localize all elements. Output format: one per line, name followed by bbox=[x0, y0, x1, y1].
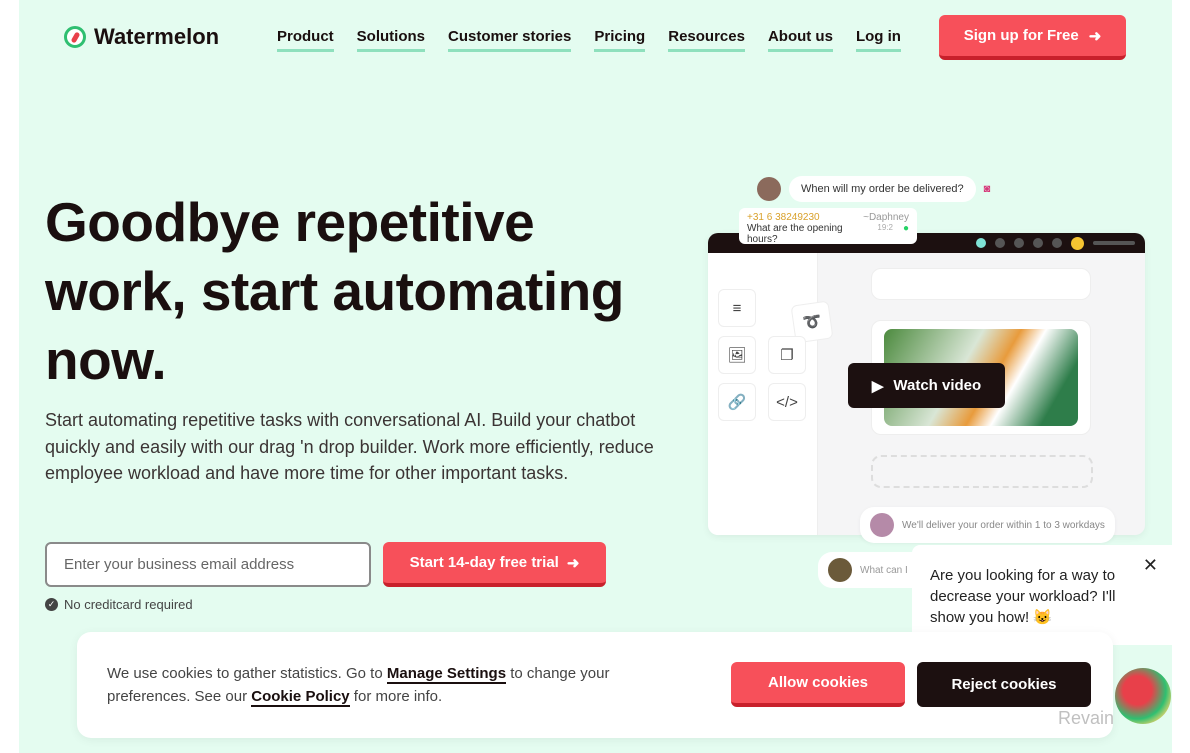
nav-resources[interactable]: Resources bbox=[668, 28, 745, 52]
question-text: When will my order be delivered? bbox=[789, 176, 976, 202]
cookie-text-part: for more info. bbox=[349, 688, 443, 705]
reject-cookies-button[interactable]: Reject cookies bbox=[917, 662, 1091, 707]
opening-hours-text: What are the opening hours? bbox=[747, 223, 843, 245]
whatsapp-icon: ● bbox=[902, 223, 909, 234]
cookie-text: We use cookies to gather statistics. Go … bbox=[107, 662, 667, 708]
watermelon-logo-icon bbox=[64, 26, 86, 48]
email-input[interactable] bbox=[45, 542, 371, 587]
cookie-text-part: We use cookies to gather statistics. Go … bbox=[107, 665, 387, 682]
nav-about-us[interactable]: About us bbox=[767, 28, 833, 52]
main-nav: Product Solutions Customer stories Prici… bbox=[277, 28, 901, 52]
dot-icon bbox=[1071, 236, 1084, 250]
chat-popup-message: Are you looking for a way to decrease yo… bbox=[930, 567, 1116, 626]
nav-product[interactable]: Product bbox=[277, 28, 334, 52]
play-icon: ▶ bbox=[871, 377, 884, 395]
whatsapp-message: +31 6 38249230 ~Daphney What are the open… bbox=[739, 208, 917, 245]
phone-number: +31 6 38249230 bbox=[747, 212, 820, 223]
avatar bbox=[757, 177, 781, 201]
nav-customer-stories[interactable]: Customer stories bbox=[448, 28, 572, 52]
chat-bubble-answer: We'll deliver your order within 1 to 3 w… bbox=[860, 507, 1115, 543]
chat-bubble-question: When will my order be delivered? ◙ bbox=[757, 175, 1000, 203]
document-icon: ❐ bbox=[768, 336, 806, 374]
nav-log-in[interactable]: Log in bbox=[855, 28, 901, 52]
cookie-banner: We use cookies to gather statistics. Go … bbox=[77, 632, 1113, 738]
instagram-icon: ◙ bbox=[983, 183, 991, 195]
signup-button[interactable]: Sign up for Free ➜ bbox=[939, 15, 1126, 60]
no-creditcard-note: ✓ No creditcard required bbox=[45, 597, 193, 612]
drop-zone bbox=[871, 455, 1093, 488]
code-icon: </> bbox=[768, 383, 806, 421]
image-icon: 🖼 bbox=[718, 336, 756, 374]
dot-icon bbox=[995, 238, 1005, 248]
chat-launcher-avatar[interactable] bbox=[1115, 668, 1171, 724]
watch-label: Watch video bbox=[893, 377, 982, 394]
signup-label: Sign up for Free bbox=[963, 27, 1079, 44]
partial-text: What can I bbox=[860, 564, 908, 576]
dot-icon bbox=[1052, 238, 1062, 248]
allow-cookies-button[interactable]: Allow cookies bbox=[731, 662, 905, 707]
check-icon: ✓ bbox=[45, 598, 58, 611]
mockup-card bbox=[871, 268, 1091, 300]
dot-icon bbox=[1014, 238, 1024, 248]
trial-label: Start 14-day free trial bbox=[409, 554, 559, 571]
close-icon[interactable]: ✕ bbox=[1143, 555, 1158, 576]
chat-popup: Are you looking for a way to decrease yo… bbox=[912, 545, 1172, 645]
no-cc-text: No creditcard required bbox=[64, 597, 193, 612]
page-background: Watermelon Product Solutions Customer st… bbox=[19, 0, 1172, 753]
mockup-sidebar: ≡ ➰ 🖼 ❐ 🔗 </> bbox=[708, 253, 834, 535]
link-icon: 🔗 bbox=[718, 383, 756, 421]
answer-text: We'll deliver your order within 1 to 3 w… bbox=[902, 519, 1105, 531]
arrow-right-icon: ➜ bbox=[1088, 27, 1102, 45]
watch-video-button[interactable]: ▶ Watch video bbox=[848, 363, 1005, 408]
hero-title: Goodbye repetitive work, start automatin… bbox=[45, 191, 624, 391]
revain-watermark: Revain bbox=[1058, 708, 1115, 728]
hero-subtitle: Start automating repetitive tasks with c… bbox=[45, 410, 654, 483]
message-time: 19:2 bbox=[877, 223, 893, 232]
nav-pricing[interactable]: Pricing bbox=[594, 28, 646, 52]
arrow-right-icon: ➜ bbox=[566, 554, 580, 572]
text-block-icon: ≡ bbox=[718, 289, 756, 327]
dot-icon bbox=[976, 238, 986, 248]
bar bbox=[1093, 241, 1135, 245]
start-trial-button[interactable]: Start 14-day free trial ➜ bbox=[383, 542, 606, 587]
manage-settings-link[interactable]: Manage Settings bbox=[386, 665, 507, 684]
avatar bbox=[828, 558, 852, 582]
logo-text: Watermelon bbox=[94, 24, 220, 49]
dot-icon bbox=[1033, 238, 1043, 248]
logo[interactable]: Watermelon bbox=[64, 24, 219, 50]
cookie-policy-link[interactable]: Cookie Policy bbox=[251, 688, 350, 707]
nav-solutions[interactable]: Solutions bbox=[356, 28, 425, 52]
sender-name: ~Daphney bbox=[863, 212, 909, 223]
avatar bbox=[870, 513, 894, 537]
